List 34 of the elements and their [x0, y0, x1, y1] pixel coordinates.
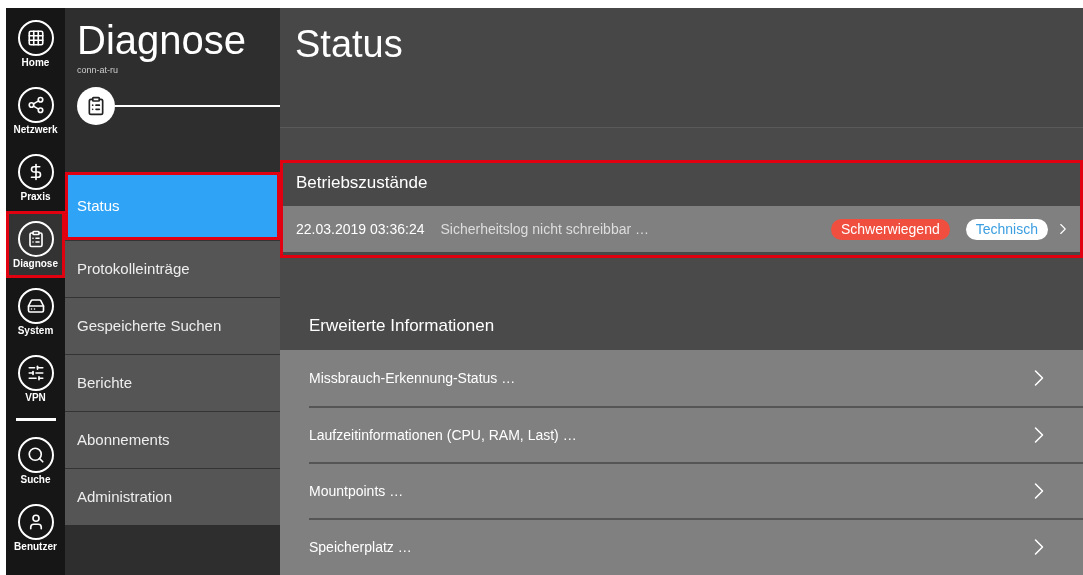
row-label: Laufzeitinformationen (CPU, RAM, Last) …	[309, 425, 578, 445]
search-icon	[17, 436, 54, 473]
clipboard-icon	[17, 220, 54, 257]
nav-item[interactable]: Suche	[6, 427, 65, 494]
row-label: Speicherplatz …	[309, 537, 413, 557]
nav-item[interactable]: VPN	[6, 345, 65, 412]
section-heading: Betriebszustände	[295, 172, 429, 195]
section-subtitle: conn-at-ru	[77, 66, 120, 75]
grid-icon	[17, 19, 54, 56]
network-icon	[17, 86, 54, 123]
row-label: Missbrauch-Erkennung-Status …	[309, 368, 517, 388]
status-row[interactable]: 22.03.2019 03:36:24 Sicherheitslog nicht schreibbar … Schwerwiegend Technisch	[283, 206, 1080, 252]
info-row[interactable]: Missbrauch-Erkennung-Status …	[309, 350, 1083, 406]
nav-item[interactable]: Home	[6, 10, 65, 77]
severity-badge: Schwerwiegend	[830, 218, 950, 240]
page-title: Status	[295, 22, 404, 67]
info-row[interactable]: Mountpoints …	[309, 462, 1083, 518]
dollar-icon	[17, 153, 54, 190]
sliders-icon	[17, 354, 54, 391]
user-icon	[17, 503, 54, 540]
timestamp: 22.03.2019 03:36:24	[296, 219, 425, 239]
nav-item[interactable]: Netzwerk	[6, 77, 65, 144]
nav-item[interactable]: Praxis	[6, 144, 65, 211]
category-badge: Technisch	[965, 218, 1048, 240]
nav-item[interactable]: Benutzer	[6, 494, 65, 561]
info-row[interactable]: Laufzeitinformationen (CPU, RAM, Last) …	[309, 406, 1083, 462]
nav-item[interactable]: System	[6, 278, 65, 345]
row-label: Mountpoints …	[309, 481, 405, 501]
nav-item[interactable]: Diagnose	[6, 211, 65, 278]
info-row[interactable]: Speicherplatz …	[309, 518, 1083, 574]
section-heading: Erweiterte Informationen	[308, 315, 496, 338]
status-message: Sicherheitslog nicht schreibbar …	[440, 219, 650, 239]
section-title: Diagnose	[77, 17, 247, 64]
device-icon	[17, 287, 54, 324]
